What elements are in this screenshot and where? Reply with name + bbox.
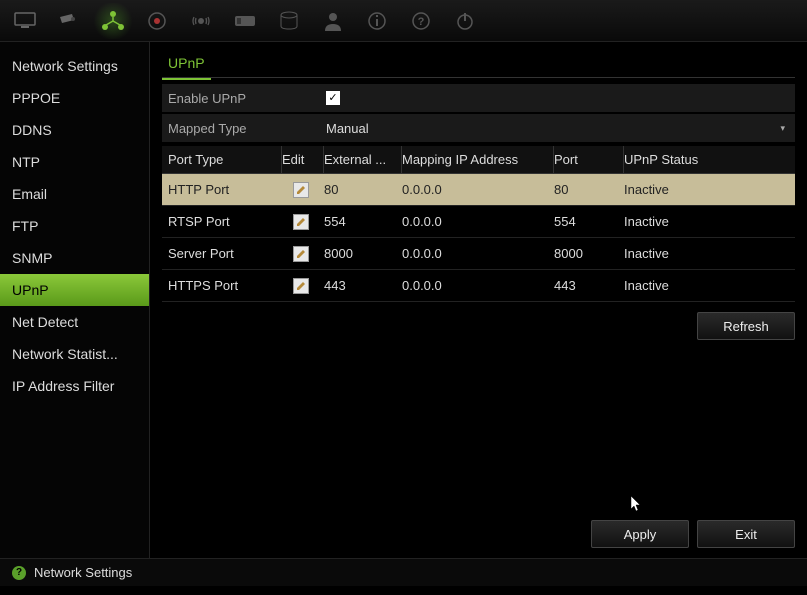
cell-port-type: HTTPS Port [162,278,282,293]
cell-port: 8000 [554,246,624,261]
sidebar: Network Settings PPPOE DDNS NTP Email FT… [0,42,150,558]
sidebar-item-label: Network Settings [12,58,118,74]
mapped-type-select[interactable]: Manual ▾ [322,121,795,136]
cell-mapping: 0.0.0.0 [402,246,554,261]
vca-icon[interactable] [224,3,266,39]
cell-status: Inactive [624,246,795,261]
cell-port-type: Server Port [162,246,282,261]
sidebar-item-label: IP Address Filter [12,378,114,394]
refresh-row: Refresh [162,312,795,340]
cell-external: 8000 [324,246,402,261]
sidebar-item-ftp[interactable]: FTP [0,210,149,242]
table-row[interactable]: Server Port 8000 0.0.0.0 8000 Inactive [162,238,795,270]
edit-icon[interactable] [293,214,309,230]
network-icon[interactable] [92,3,134,39]
sidebar-item-upnp[interactable]: UPnP [0,274,149,306]
content-panel: UPnP Enable UPnP ✓ Mapped Type Manual ▾ … [150,42,807,558]
sidebar-item-label: NTP [12,154,40,170]
cell-mapping: 0.0.0.0 [402,214,554,229]
cell-port-type: HTTP Port [162,182,282,197]
sidebar-item-pppoe[interactable]: PPPOE [0,82,149,114]
cell-port: 80 [554,182,624,197]
row-enable-upnp: Enable UPnP ✓ [162,84,795,112]
col-port[interactable]: Port [554,146,624,173]
sidebar-item-snmp[interactable]: SNMP [0,242,149,274]
user-icon[interactable] [312,3,354,39]
sidebar-item-ddns[interactable]: DDNS [0,114,149,146]
sidebar-item-network-statistics[interactable]: Network Statist... [0,338,149,370]
alarm-icon[interactable] [180,3,222,39]
camera-icon[interactable] [48,3,90,39]
cell-port: 554 [554,214,624,229]
top-toolbar: ? [0,0,807,42]
col-port-type[interactable]: Port Type [162,146,282,173]
sidebar-item-ip-address-filter[interactable]: IP Address Filter [0,370,149,402]
sidebar-item-network-settings[interactable]: Network Settings [0,50,149,82]
status-title: Network Settings [34,565,132,580]
sidebar-item-label: DDNS [12,122,52,138]
cell-port-type: RTSP Port [162,214,282,229]
cursor-icon [630,495,644,518]
monitor-icon[interactable] [4,3,46,39]
edit-icon[interactable] [293,182,309,198]
cell-status: Inactive [624,278,795,293]
cell-external: 443 [324,278,402,293]
help-circle-icon[interactable]: ? [12,566,26,580]
sidebar-item-label: Net Detect [12,314,78,330]
cell-external: 554 [324,214,402,229]
sidebar-item-ntp[interactable]: NTP [0,146,149,178]
col-external[interactable]: External ... [324,146,402,173]
refresh-button[interactable]: Refresh [697,312,795,340]
record-icon[interactable] [136,3,178,39]
col-mapping[interactable]: Mapping IP Address [402,146,554,173]
status-bar: ? Network Settings [0,558,807,586]
footer-buttons: Apply Exit [583,520,795,548]
sidebar-item-email[interactable]: Email [0,178,149,210]
sidebar-item-label: UPnP [12,282,49,298]
sidebar-item-net-detect[interactable]: Net Detect [0,306,149,338]
svg-text:?: ? [418,16,425,28]
tab-strip: UPnP [162,50,795,78]
exit-button[interactable]: Exit [697,520,795,548]
mapped-type-label: Mapped Type [162,121,322,136]
hdd-icon[interactable] [268,3,310,39]
tab-upnp[interactable]: UPnP [162,50,211,80]
apply-button[interactable]: Apply [591,520,689,548]
cell-mapping: 0.0.0.0 [402,278,554,293]
info-icon[interactable] [356,3,398,39]
edit-icon[interactable] [293,246,309,262]
upnp-table: Port Type Edit External ... Mapping IP A… [162,146,795,302]
enable-upnp-checkbox[interactable]: ✓ [326,91,340,105]
cell-mapping: 0.0.0.0 [402,182,554,197]
sidebar-item-label: SNMP [12,250,52,266]
table-row[interactable]: HTTPS Port 443 0.0.0.0 443 Inactive [162,270,795,302]
col-status[interactable]: UPnP Status [624,146,795,173]
col-edit[interactable]: Edit [282,146,324,173]
table-row[interactable]: RTSP Port 554 0.0.0.0 554 Inactive [162,206,795,238]
cell-external: 80 [324,182,402,197]
cell-status: Inactive [624,214,795,229]
chevron-down-icon: ▾ [780,123,785,134]
table-header: Port Type Edit External ... Mapping IP A… [162,146,795,174]
cell-port: 443 [554,278,624,293]
sidebar-item-label: FTP [12,218,38,234]
table-row[interactable]: HTTP Port 80 0.0.0.0 80 Inactive [162,174,795,206]
sidebar-item-label: PPPOE [12,90,60,106]
power-icon[interactable] [444,3,486,39]
sidebar-item-label: Network Statist... [12,346,118,362]
enable-upnp-label: Enable UPnP [162,91,322,106]
cell-status: Inactive [624,182,795,197]
mapped-type-value: Manual [326,121,369,136]
sidebar-item-label: Email [12,186,47,202]
main-area: Network Settings PPPOE DDNS NTP Email FT… [0,42,807,558]
row-mapped-type: Mapped Type Manual ▾ [162,114,795,142]
help-icon[interactable]: ? [400,3,442,39]
edit-icon[interactable] [293,278,309,294]
